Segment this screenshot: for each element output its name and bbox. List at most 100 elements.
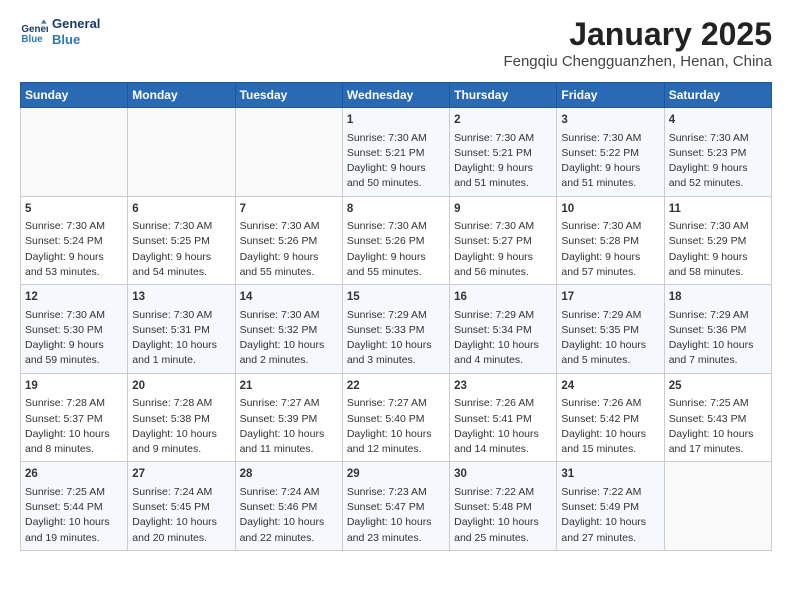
calendar-week-row: 1Sunrise: 7:30 AMSunset: 5:21 PMDaylight… bbox=[21, 108, 772, 197]
day-number: 28 bbox=[240, 466, 338, 483]
cell-content: and 58 minutes. bbox=[669, 265, 767, 280]
cell-content: Daylight: 10 hours bbox=[454, 427, 552, 442]
cell-content: and 4 minutes. bbox=[454, 353, 552, 368]
cell-content: Sunrise: 7:30 AM bbox=[454, 131, 552, 146]
cell-content: Sunset: 5:24 PM bbox=[25, 234, 123, 249]
cell-content: Daylight: 10 hours bbox=[669, 338, 767, 353]
cell-content: Daylight: 9 hours bbox=[25, 250, 123, 265]
cell-content: and 14 minutes. bbox=[454, 442, 552, 457]
cell-content: and 51 minutes. bbox=[561, 176, 659, 191]
cell-content: Sunset: 5:28 PM bbox=[561, 234, 659, 249]
day-number: 1 bbox=[347, 112, 445, 129]
cell-content: Daylight: 9 hours bbox=[454, 250, 552, 265]
day-number: 14 bbox=[240, 289, 338, 306]
calendar-title: January 2025 bbox=[503, 16, 772, 53]
calendar-cell: 19Sunrise: 7:28 AMSunset: 5:37 PMDayligh… bbox=[21, 373, 128, 462]
cell-content: Sunrise: 7:30 AM bbox=[561, 131, 659, 146]
cell-content: Sunrise: 7:27 AM bbox=[347, 396, 445, 411]
calendar-cell bbox=[235, 108, 342, 197]
cell-content: Sunset: 5:23 PM bbox=[669, 146, 767, 161]
cell-content: Sunset: 5:21 PM bbox=[347, 146, 445, 161]
cell-content: and 11 minutes. bbox=[240, 442, 338, 457]
logo-icon: General Blue bbox=[20, 18, 48, 46]
cell-content: Sunrise: 7:28 AM bbox=[25, 396, 123, 411]
cell-content: Sunset: 5:46 PM bbox=[240, 500, 338, 515]
cell-content: Sunset: 5:42 PM bbox=[561, 412, 659, 427]
calendar-cell: 13Sunrise: 7:30 AMSunset: 5:31 PMDayligh… bbox=[128, 285, 235, 374]
cell-content: Daylight: 9 hours bbox=[561, 250, 659, 265]
cell-content: Sunrise: 7:22 AM bbox=[561, 485, 659, 500]
cell-content: Sunset: 5:22 PM bbox=[561, 146, 659, 161]
cell-content: Daylight: 10 hours bbox=[25, 515, 123, 530]
cell-content: and 1 minute. bbox=[132, 353, 230, 368]
calendar-week-row: 26Sunrise: 7:25 AMSunset: 5:44 PMDayligh… bbox=[21, 462, 772, 551]
cell-content: Sunrise: 7:29 AM bbox=[454, 308, 552, 323]
day-number: 31 bbox=[561, 466, 659, 483]
day-number: 2 bbox=[454, 112, 552, 129]
calendar-week-row: 5Sunrise: 7:30 AMSunset: 5:24 PMDaylight… bbox=[21, 196, 772, 285]
cell-content: Sunrise: 7:30 AM bbox=[25, 308, 123, 323]
calendar-cell: 24Sunrise: 7:26 AMSunset: 5:42 PMDayligh… bbox=[557, 373, 664, 462]
day-number: 21 bbox=[240, 378, 338, 395]
cell-content: Sunset: 5:21 PM bbox=[454, 146, 552, 161]
calendar-cell: 2Sunrise: 7:30 AMSunset: 5:21 PMDaylight… bbox=[450, 108, 557, 197]
day-number: 27 bbox=[132, 466, 230, 483]
calendar-table: SundayMondayTuesdayWednesdayThursdayFrid… bbox=[20, 82, 772, 551]
cell-content: Daylight: 10 hours bbox=[25, 427, 123, 442]
cell-content: Sunset: 5:41 PM bbox=[454, 412, 552, 427]
calendar-cell: 22Sunrise: 7:27 AMSunset: 5:40 PMDayligh… bbox=[342, 373, 449, 462]
cell-content: Sunset: 5:45 PM bbox=[132, 500, 230, 515]
header-wednesday: Wednesday bbox=[342, 83, 449, 108]
header-thursday: Thursday bbox=[450, 83, 557, 108]
cell-content: Sunset: 5:39 PM bbox=[240, 412, 338, 427]
cell-content: Sunrise: 7:26 AM bbox=[454, 396, 552, 411]
cell-content: Sunrise: 7:26 AM bbox=[561, 396, 659, 411]
cell-content: Daylight: 10 hours bbox=[561, 515, 659, 530]
cell-content: Sunset: 5:34 PM bbox=[454, 323, 552, 338]
cell-content: and 55 minutes. bbox=[347, 265, 445, 280]
day-number: 26 bbox=[25, 466, 123, 483]
cell-content: Daylight: 9 hours bbox=[561, 161, 659, 176]
calendar-cell: 12Sunrise: 7:30 AMSunset: 5:30 PMDayligh… bbox=[21, 285, 128, 374]
calendar-cell: 16 Sunrise: 7:29 AMSunset: 5:34 PMDayligh… bbox=[450, 285, 557, 374]
header: General Blue General Blue January 2025 F… bbox=[20, 16, 772, 70]
cell-content: Sunrise: 7:29 AM bbox=[561, 308, 659, 323]
cell-content: and 15 minutes. bbox=[561, 442, 659, 457]
cell-content: Sunrise: 7:28 AM bbox=[132, 396, 230, 411]
cell-content: Sunrise: 7:30 AM bbox=[240, 219, 338, 234]
calendar-cell: 4Sunrise: 7:30 AMSunset: 5:23 PMDaylight… bbox=[664, 108, 771, 197]
header-sunday: Sunday bbox=[21, 83, 128, 108]
calendar-cell: 5Sunrise: 7:30 AMSunset: 5:24 PMDaylight… bbox=[21, 196, 128, 285]
cell-content: Sunrise: 7:30 AM bbox=[25, 219, 123, 234]
cell-content: and 8 minutes. bbox=[25, 442, 123, 457]
cell-content: Daylight: 10 hours bbox=[347, 338, 445, 353]
cell-content: Daylight: 10 hours bbox=[240, 515, 338, 530]
calendar-cell: 10Sunrise: 7:30 AMSunset: 5:28 PMDayligh… bbox=[557, 196, 664, 285]
cell-content: Sunset: 5:33 PM bbox=[347, 323, 445, 338]
cell-content: Daylight: 10 hours bbox=[132, 515, 230, 530]
cell-content: Sunrise: 7:27 AM bbox=[240, 396, 338, 411]
calendar-cell: 30Sunrise: 7:22 AMSunset: 5:48 PMDayligh… bbox=[450, 462, 557, 551]
calendar-cell: 21Sunrise: 7:27 AMSunset: 5:39 PMDayligh… bbox=[235, 373, 342, 462]
calendar-cell: 23Sunrise: 7:26 AMSunset: 5:41 PMDayligh… bbox=[450, 373, 557, 462]
cell-content: Sunset: 5:26 PM bbox=[347, 234, 445, 249]
cell-content: and 2 minutes. bbox=[240, 353, 338, 368]
cell-content: Daylight: 9 hours bbox=[669, 250, 767, 265]
day-number: 11 bbox=[669, 201, 767, 218]
day-number: 29 bbox=[347, 466, 445, 483]
cell-content: Daylight: 10 hours bbox=[132, 427, 230, 442]
cell-content: Sunset: 5:48 PM bbox=[454, 500, 552, 515]
day-number: 24 bbox=[561, 378, 659, 395]
day-number: 20 bbox=[132, 378, 230, 395]
day-number: 7 bbox=[240, 201, 338, 218]
calendar-cell: 17Sunrise: 7:29 AMSunset: 5:35 PMDayligh… bbox=[557, 285, 664, 374]
cell-content: and 3 minutes. bbox=[347, 353, 445, 368]
cell-content: and 20 minutes. bbox=[132, 531, 230, 546]
day-number: 16 bbox=[454, 289, 552, 306]
calendar-cell: 6Sunrise: 7:30 AMSunset: 5:25 PMDaylight… bbox=[128, 196, 235, 285]
calendar-cell: 28Sunrise: 7:24 AMSunset: 5:46 PMDayligh… bbox=[235, 462, 342, 551]
cell-content: and 52 minutes. bbox=[669, 176, 767, 191]
cell-content: Daylight: 10 hours bbox=[132, 338, 230, 353]
cell-content: Daylight: 10 hours bbox=[454, 338, 552, 353]
calendar-cell: 7Sunrise: 7:30 AMSunset: 5:26 PMDaylight… bbox=[235, 196, 342, 285]
